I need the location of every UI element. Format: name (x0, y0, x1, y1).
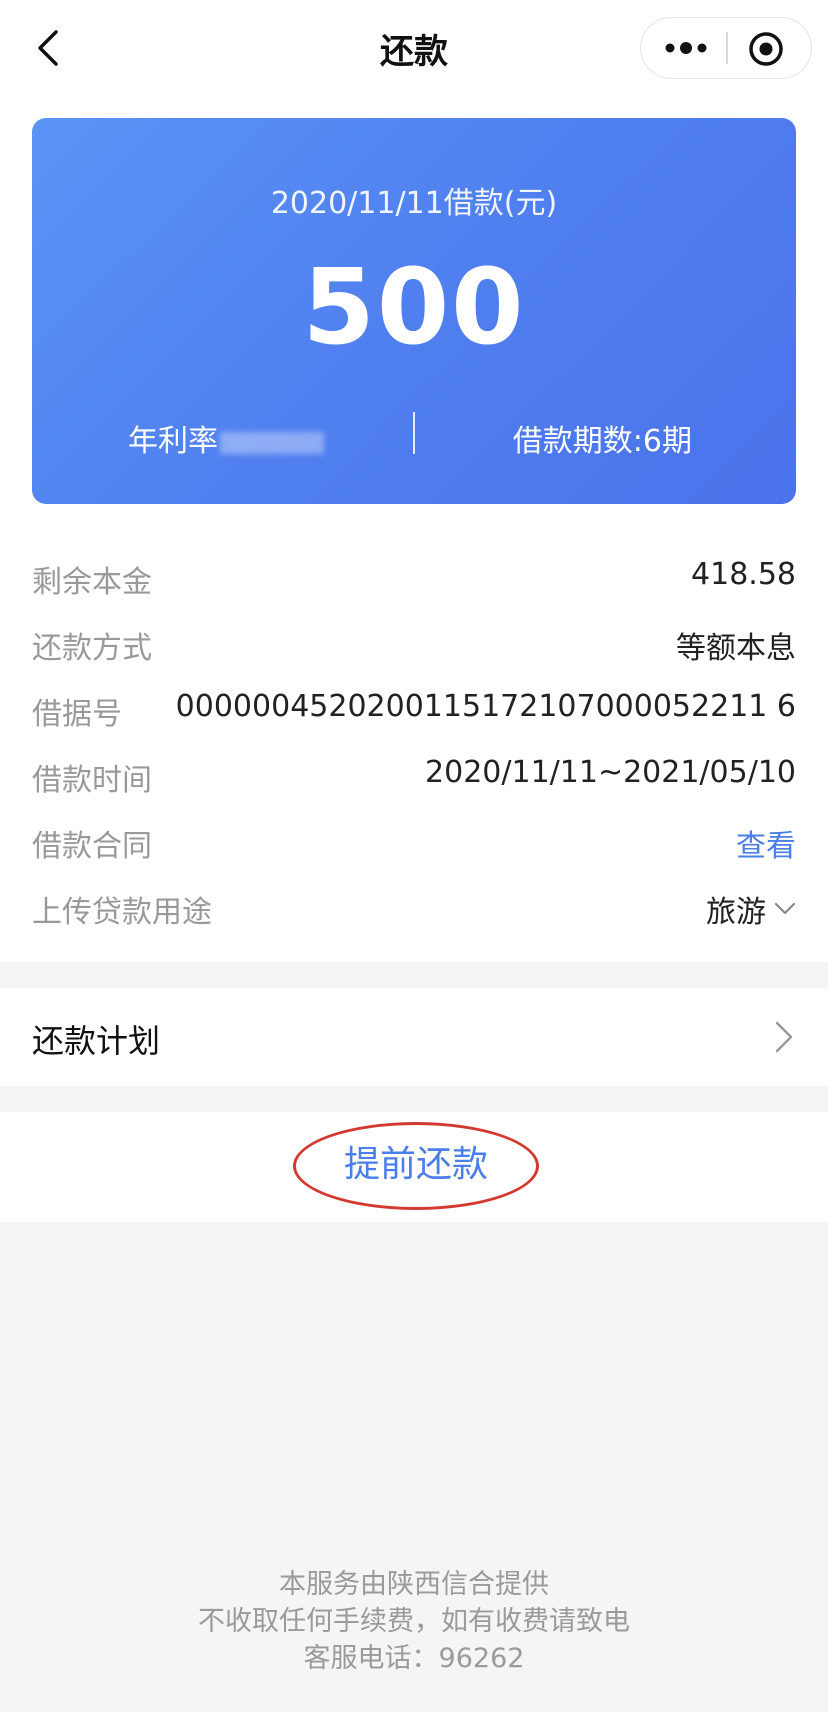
loan-summary-card: 2020/11/11借款(元) 500 年利率 借款期数:6期 (32, 118, 796, 504)
more-button[interactable] (661, 32, 711, 64)
loan-date-label: 2020/11/11借款(元) (270, 186, 558, 221)
detail-row-contract: 借款合同 查看 (32, 821, 796, 871)
loan-periods: 借款期数:6期 (512, 424, 692, 459)
purpose-label: 上传贷款用途 (32, 895, 212, 930)
chevron-right-icon (775, 1021, 793, 1053)
view-contract-link[interactable]: 查看 (736, 821, 796, 865)
detail-row-remaining-principal: 剩余本金 418.58 (32, 557, 796, 607)
repay-method-label: 还款方式 (32, 631, 152, 666)
card-divider (413, 412, 415, 454)
target-icon (749, 32, 783, 66)
navigation-bar: 还款 (0, 0, 828, 100)
purpose-value: 旅游 (706, 895, 766, 930)
detail-row-repay-method: 还款方式 等额本息 (32, 623, 796, 673)
more-dots-icon (665, 42, 707, 54)
footer-provider: 本服务由陕西信合提供 (279, 1569, 549, 1600)
contract-label: 借款合同 (32, 829, 152, 864)
prepay-section: 提前还款 (0, 1112, 828, 1222)
service-footer: 本服务由陕西信合提供 不收取任何手续费，如有收费请致电 客服电话：96262 (0, 1566, 828, 1677)
repay-method-value: 等额本息 (676, 631, 796, 666)
loan-period-label: 借款时间 (32, 763, 152, 798)
capsule-divider (726, 32, 728, 64)
receipt-no-value: 0000004520200115172107000052211 6 (175, 689, 796, 724)
annual-rate-label: 年利率 (128, 424, 218, 459)
footer-hotline: 客服电话：96262 (303, 1643, 525, 1674)
detail-row-loan-period: 借款时间 2020/11/11~2021/05/10 (32, 755, 796, 805)
loan-period-value: 2020/11/11~2021/05/10 (425, 755, 796, 790)
loan-amount: 500 (302, 246, 526, 368)
footer-fee-notice: 不收取任何手续费，如有收费请致电 (198, 1606, 630, 1637)
remaining-principal-label: 剩余本金 (32, 565, 152, 600)
prepay-button[interactable]: 提前还款 (293, 1122, 539, 1210)
purpose-dropdown[interactable]: 旅游 (706, 887, 796, 931)
receipt-no-label: 借据号 (32, 697, 122, 732)
main-content: 还款 2020/11/11借款(元) 500 年利率 借款期数:6期 剩余本金 … (0, 0, 828, 1100)
detail-row-receipt-no: 借据号 0000004520200115172107000052211 6 (32, 689, 796, 739)
chevron-down-icon (774, 902, 796, 915)
section-gap (0, 962, 828, 988)
section-gap (0, 1086, 828, 1112)
close-miniprogram-button[interactable] (747, 30, 785, 68)
annual-rate: 年利率 (128, 416, 324, 460)
mini-program-capsule (640, 17, 812, 79)
detail-row-purpose: 上传贷款用途 旅游 (32, 887, 796, 937)
remaining-principal-value: 418.58 (691, 557, 796, 592)
repayment-plan-row[interactable]: 还款计划 (0, 988, 828, 1086)
annual-rate-masked-value (220, 431, 324, 454)
repayment-plan-label: 还款计划 (32, 1022, 161, 1060)
